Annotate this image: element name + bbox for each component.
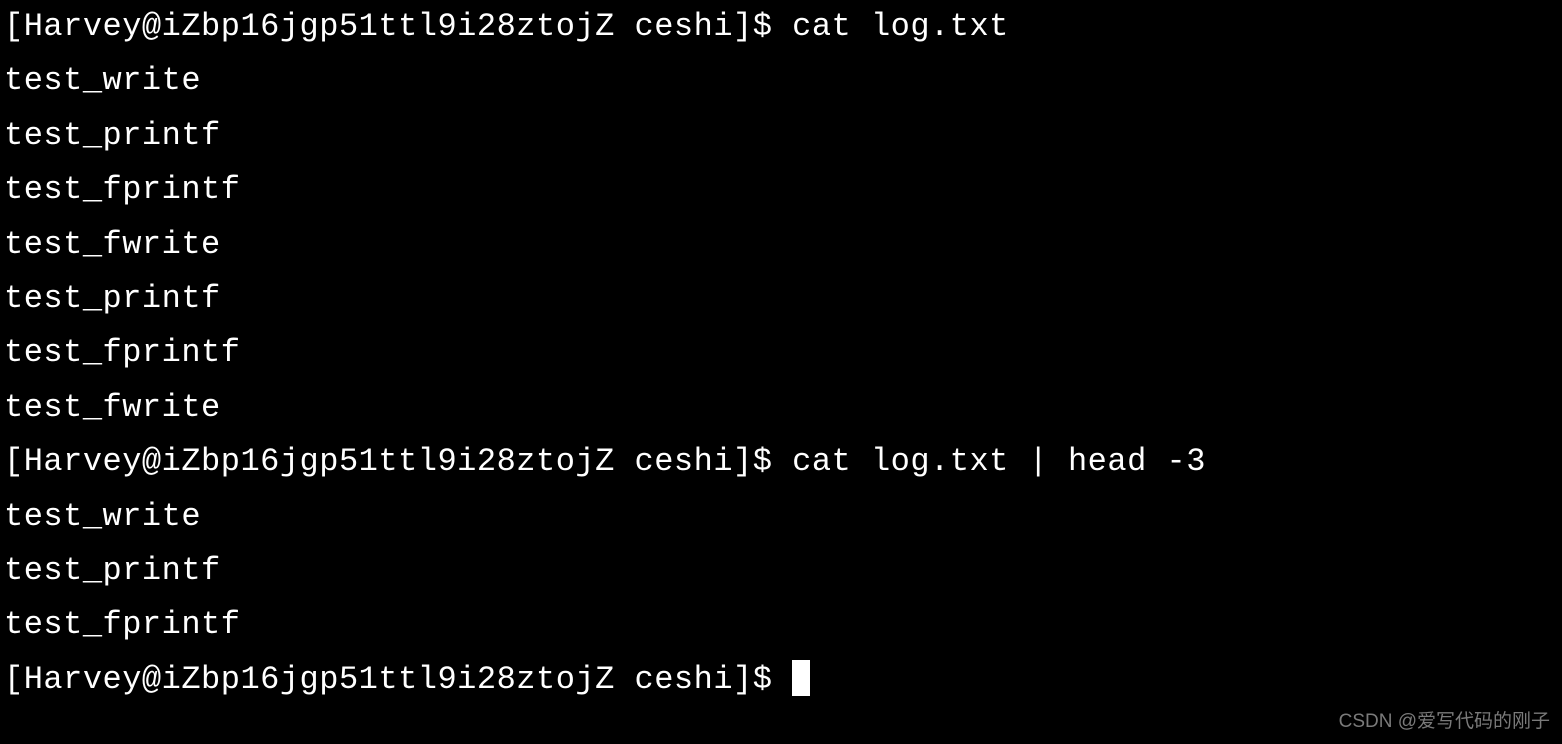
output-line: test_fwrite [4, 218, 1558, 272]
prompt-line-2: [Harvey@iZbp16jgp51ttl9i28ztojZ ceshi]$ … [4, 435, 1558, 489]
prompt-line-1: [Harvey@iZbp16jgp51ttl9i28ztojZ ceshi]$ … [4, 0, 1558, 54]
shell-prompt: [Harvey@iZbp16jgp51ttl9i28ztojZ ceshi]$ [4, 443, 792, 480]
output-line: test_fprintf [4, 326, 1558, 380]
output-line: test_write [4, 54, 1558, 108]
output-line: test_printf [4, 544, 1558, 598]
shell-prompt: [Harvey@iZbp16jgp51ttl9i28ztojZ ceshi]$ [4, 8, 792, 45]
output-line: test_fwrite [4, 381, 1558, 435]
output-line: test_write [4, 490, 1558, 544]
output-line: test_printf [4, 272, 1558, 326]
output-line: test_fprintf [4, 163, 1558, 217]
command-text: cat log.txt | head -3 [792, 443, 1206, 480]
terminal-window[interactable]: [Harvey@iZbp16jgp51ttl9i28ztojZ ceshi]$ … [0, 0, 1562, 707]
watermark-text: CSDN @爱写代码的刚子 [1339, 706, 1550, 738]
command-text: cat log.txt [792, 8, 1009, 45]
prompt-line-current[interactable]: [Harvey@iZbp16jgp51ttl9i28ztojZ ceshi]$ [4, 653, 1558, 707]
shell-prompt: [Harvey@iZbp16jgp51ttl9i28ztojZ ceshi]$ [4, 661, 792, 698]
terminal-cursor [792, 660, 810, 696]
output-line: test_printf [4, 109, 1558, 163]
output-line: test_fprintf [4, 598, 1558, 652]
